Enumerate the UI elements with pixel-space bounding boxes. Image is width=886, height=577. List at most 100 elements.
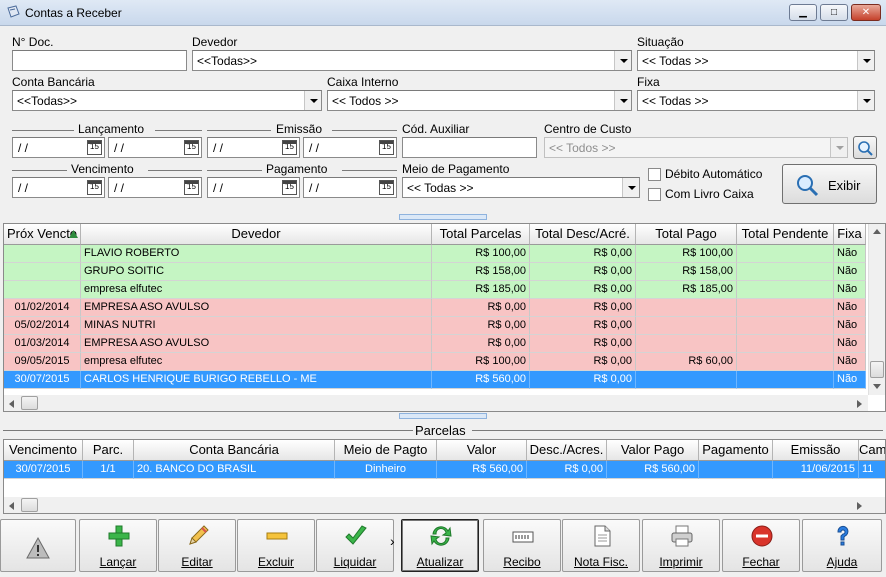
calendar-icon[interactable]: 15 xyxy=(87,180,102,195)
desc-cell[interactable]: R$ 0,00 xyxy=(527,461,607,479)
parcelas-cell[interactable]: R$ 185,00 xyxy=(432,281,530,299)
parcelas-cell[interactable]: R$ 0,00 xyxy=(432,317,530,335)
calendar-icon[interactable]: 15 xyxy=(184,180,199,195)
situacao-select[interactable]: << Todas >> xyxy=(637,50,875,71)
close-button[interactable]: ✕ xyxy=(851,4,881,21)
col-cam[interactable]: Cam xyxy=(859,440,885,461)
emissao-end-date[interactable]: / / 15 xyxy=(303,137,397,158)
devedor-cell[interactable]: GRUPO SOITIC xyxy=(81,263,432,281)
contas-horizontal-scrollbar[interactable] xyxy=(4,395,868,411)
venc-cell[interactable]: 01/02/2014 xyxy=(4,299,81,317)
splitter-handle[interactable] xyxy=(399,413,487,419)
maximize-button[interactable]: □ xyxy=(820,4,848,21)
devedor-cell[interactable]: EMPRESA ASO AVULSO xyxy=(81,335,432,353)
arrow-left-icon[interactable] xyxy=(9,502,14,510)
pagamento-end-date[interactable]: / / 15 xyxy=(303,177,397,198)
vencimento-cell[interactable]: 30/07/2015 xyxy=(4,461,83,479)
venc-cell[interactable]: 01/03/2014 xyxy=(4,335,81,353)
fixa-cell[interactable]: Não xyxy=(834,281,866,299)
editar-button[interactable]: Editar xyxy=(158,519,236,572)
table-row[interactable]: 01/03/2014 EMPRESA ASO AVULSO R$ 0,00 R$ 0,… xyxy=(4,335,866,353)
pagamento-start-date[interactable]: / / 15 xyxy=(207,177,300,198)
vencimento-end-date[interactable]: / / 15 xyxy=(108,177,202,198)
fixa-cell[interactable]: Não xyxy=(834,353,866,371)
pendente-cell[interactable] xyxy=(737,317,834,335)
col-devedor[interactable]: Devedor xyxy=(81,224,432,245)
col-emissao[interactable]: Emissão xyxy=(773,440,859,461)
col-vencimento[interactable]: Vencimento xyxy=(4,440,83,461)
col-conta-bancaria[interactable]: Conta Bancária xyxy=(134,440,335,461)
valor-pago-cell[interactable]: R$ 560,00 xyxy=(607,461,699,479)
table-row[interactable]: FLAVIO ROBERTO R$ 100,00 R$ 0,00 R$ 100,00 N… xyxy=(4,245,866,263)
emissao-start-date[interactable]: / / 15 xyxy=(207,137,300,158)
arrow-up-icon[interactable] xyxy=(873,229,881,234)
col-pagamento[interactable]: Pagamento xyxy=(699,440,773,461)
desc-cell[interactable]: R$ 0,00 xyxy=(530,335,636,353)
col-meio-pagto[interactable]: Meio de Pagto xyxy=(335,440,437,461)
pago-cell[interactable]: R$ 100,00 xyxy=(636,245,737,263)
venc-cell[interactable]: 30/07/2015 xyxy=(4,371,81,389)
pagamento-cell[interactable] xyxy=(699,461,773,479)
table-row[interactable]: empresa elfutec R$ 185,00 R$ 0,00 R$ 185,00… xyxy=(4,281,866,299)
scroll-thumb[interactable] xyxy=(21,498,38,512)
pago-cell[interactable]: R$ 185,00 xyxy=(636,281,737,299)
venc-cell[interactable] xyxy=(4,281,81,299)
venc-cell[interactable]: 09/05/2015 xyxy=(4,353,81,371)
parcelas-cell[interactable]: R$ 0,00 xyxy=(432,299,530,317)
calendar-icon[interactable]: 15 xyxy=(282,140,297,155)
table-row[interactable]: GRUPO SOITIC R$ 158,00 R$ 0,00 R$ 158,00 Não xyxy=(4,263,866,281)
chevron-down-icon[interactable] xyxy=(857,51,874,70)
col-desc-acres[interactable]: Desc./Acres. xyxy=(527,440,607,461)
desc-cell[interactable]: R$ 0,00 xyxy=(530,353,636,371)
lancar-button[interactable]: Lançar xyxy=(79,519,157,572)
lancamento-start-date[interactable]: / / 15 xyxy=(12,137,105,158)
pendente-cell[interactable] xyxy=(737,263,834,281)
parc-cell[interactable]: 1/1 xyxy=(83,461,134,479)
calendar-icon[interactable]: 15 xyxy=(282,180,297,195)
table-row[interactable]: 09/05/2015 empresa elfutec R$ 100,00 R$ 0,0… xyxy=(4,353,866,371)
cod-aux-input[interactable] xyxy=(402,137,537,158)
calendar-icon[interactable]: 15 xyxy=(184,140,199,155)
calendar-icon[interactable]: 15 xyxy=(379,140,394,155)
pendente-cell[interactable] xyxy=(737,371,834,389)
desc-cell[interactable]: R$ 0,00 xyxy=(530,281,636,299)
liquidar-button[interactable]: Liquidar xyxy=(316,519,394,572)
arrow-right-icon[interactable] xyxy=(857,502,862,510)
conta-cell[interactable]: 20. BANCO DO BRASIL xyxy=(134,461,335,479)
minimize-button[interactable]: ▁ xyxy=(789,4,817,21)
devedor-cell[interactable]: FLAVIO ROBERTO xyxy=(81,245,432,263)
chevron-down-icon[interactable] xyxy=(857,91,874,110)
pago-cell[interactable] xyxy=(636,371,737,389)
parcelas-cell[interactable]: R$ 100,00 xyxy=(432,353,530,371)
centro-search-button[interactable] xyxy=(853,136,877,159)
scroll-thumb[interactable] xyxy=(21,396,38,410)
more-chevron-icon[interactable]: › xyxy=(390,533,395,549)
desc-cell[interactable]: R$ 0,00 xyxy=(530,245,636,263)
venc-cell[interactable] xyxy=(4,263,81,281)
col-parc[interactable]: Parc. xyxy=(83,440,134,461)
table-row[interactable]: 05/02/2014 MINAS NUTRI R$ 0,00 R$ 0,00 Não xyxy=(4,317,866,335)
col-total-parcelas[interactable]: Total Parcelas xyxy=(432,224,530,245)
centro-select[interactable]: << Todos >> xyxy=(544,137,848,158)
col-total-desc[interactable]: Total Desc/Acré. xyxy=(530,224,636,245)
col-fixa[interactable]: Fixa xyxy=(834,224,866,245)
recibo-button[interactable]: Recibo xyxy=(483,519,561,572)
meio-select[interactable]: << Todas >> xyxy=(402,177,640,198)
chevron-down-icon[interactable] xyxy=(304,91,321,110)
arrow-right-icon[interactable] xyxy=(857,400,862,408)
atualizar-button[interactable]: Atualizar xyxy=(401,519,479,572)
nota-fiscal-button[interactable]: Nota Fisc. xyxy=(562,519,640,572)
contas-vertical-scrollbar[interactable] xyxy=(868,224,885,395)
pago-cell[interactable] xyxy=(636,317,737,335)
devedor-cell[interactable]: MINAS NUTRI xyxy=(81,317,432,335)
caixa-select[interactable]: << Todos >> xyxy=(327,90,632,111)
fixa-cell[interactable]: Não xyxy=(834,299,866,317)
devedor-cell[interactable]: CARLOS HENRIQUE BURIGO REBELLO - ME xyxy=(81,371,432,389)
excluir-button[interactable]: Excluir xyxy=(237,519,315,572)
pago-cell[interactable] xyxy=(636,299,737,317)
col-total-pago[interactable]: Total Pago xyxy=(636,224,737,245)
parcelas-cell[interactable]: R$ 158,00 xyxy=(432,263,530,281)
chevron-down-icon[interactable] xyxy=(614,91,631,110)
fixa-cell[interactable]: Não xyxy=(834,245,866,263)
fixa-cell[interactable]: Não xyxy=(834,263,866,281)
